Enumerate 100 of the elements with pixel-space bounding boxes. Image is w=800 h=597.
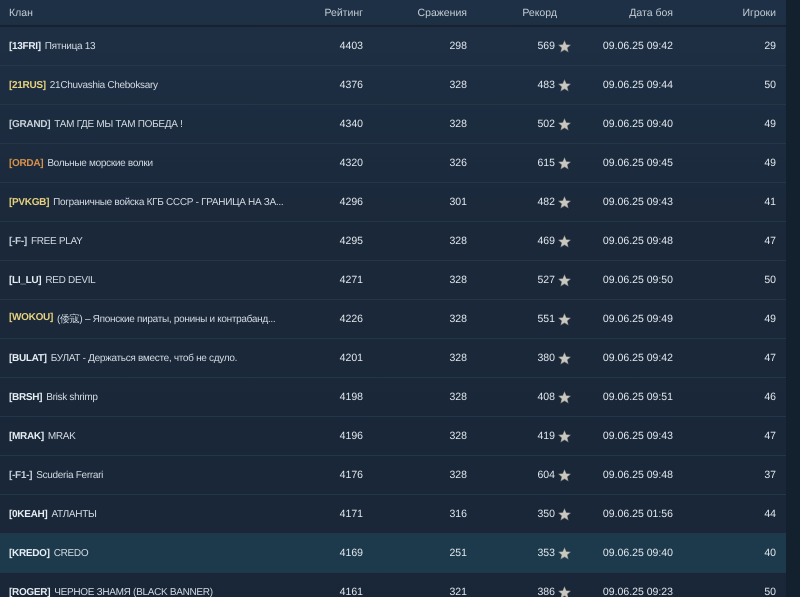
column-header[interactable]: Клан xyxy=(0,6,299,18)
clan-tag: [LI_LU] xyxy=(9,274,42,286)
players-cell-text: 40 xyxy=(763,547,776,559)
clan-name: CREDO xyxy=(54,548,88,558)
star-icon xyxy=(558,546,571,560)
rating-cell-text: 4176 xyxy=(338,469,363,481)
clan-tag: [ROGER] xyxy=(9,586,50,597)
battle-date-cell-text: 09.06.25 09:42 xyxy=(602,40,673,52)
rating-cell-text: 4201 xyxy=(338,352,363,364)
battles-cell-text: 321 xyxy=(448,586,467,597)
rating-cell-text: 4161 xyxy=(338,586,363,597)
battles-cell-text: 328 xyxy=(448,313,467,325)
battle-date-cell-text: 09.06.25 09:40 xyxy=(602,118,673,130)
table-row[interactable]: [PVKGB] Пограничные войска КГБ СССР - ГРАНИЦА НА ЗА... 4296 301 482 09.06.25 09:43 41 xyxy=(0,183,786,222)
table-row[interactable]: [13FRI] Пятница 13 4403 298 569 09.06.25 09:42 29 xyxy=(0,27,786,66)
players-cell-text: 50 xyxy=(763,274,776,286)
column-header[interactable]: Рейтинг xyxy=(299,6,363,18)
table-row[interactable]: [21RUS] 21Chuvashia Cheboksary 4376 328 483 09.06.25 09:44 50 xyxy=(0,66,786,105)
clan-tag: [ORDA] xyxy=(9,158,44,168)
star-icon xyxy=(558,196,571,208)
rating-cell-text: 4171 xyxy=(338,508,363,520)
star-icon xyxy=(558,468,571,482)
rating-cell-text: 4296 xyxy=(338,196,363,208)
table-row[interactable]: [WOKOU] (倭寇) – Японские пираты, ронины и контрабанд... 4226 328 551 09.06.25 09:49 49 xyxy=(0,300,786,339)
column-header[interactable]: Рекорд xyxy=(467,6,571,18)
clan-name: Вольные морские волки xyxy=(47,158,153,168)
rating-cell-text: 4340 xyxy=(338,118,363,130)
record-cell: 483 xyxy=(537,79,555,91)
battle-date-cell-text: 09.06.25 09:43 xyxy=(602,196,673,208)
record-cell: 469 xyxy=(537,235,555,247)
clan-name: (倭寇) – Японские пираты, ронины и контрабанд... xyxy=(57,312,276,326)
battles-cell-text: 328 xyxy=(448,430,467,442)
table-row[interactable]: [GRAND] ТАМ ГДЕ МЫ ТАМ ПОБЕДА ! 4340 328 502 09.06.25 09:40 49 xyxy=(0,105,786,144)
battle-date-cell-text: 09.06.25 09:49 xyxy=(602,313,673,325)
players-cell-text: 47 xyxy=(763,235,776,247)
clan-name: 21Chuvashia Cheboksary xyxy=(50,80,158,90)
table-row[interactable]: [-F-] FREE PLAY 4295 328 469 09.06.25 09:48 47 xyxy=(0,222,786,261)
battles-cell-text: 301 xyxy=(448,196,467,208)
clan-tag: [13FRI] xyxy=(9,40,41,52)
star-icon xyxy=(558,40,571,52)
table-row[interactable]: [BRSH] Brisk shrimp 4198 328 408 09.06.25 09:51 46 xyxy=(0,378,786,417)
battle-date-cell-text: 09.06.25 09:50 xyxy=(602,274,673,286)
players-cell-text: 49 xyxy=(763,118,776,130)
record-cell: 569 xyxy=(537,40,555,52)
clan-name: АТЛАНТЫ xyxy=(51,508,97,520)
table-row[interactable]: [BULAT] БУЛАТ - Держаться вместе, чтоб не сдуло. 4201 328 380 09.06.25 09:42 47 xyxy=(0,339,786,378)
star-icon xyxy=(558,156,571,170)
star-icon xyxy=(558,78,571,92)
players-cell-text: 44 xyxy=(763,508,776,520)
star-icon xyxy=(558,312,571,326)
battles-cell-text: 328 xyxy=(448,352,467,364)
clan-name: Brisk shrimp xyxy=(46,392,98,402)
rating-cell-text: 4295 xyxy=(338,235,363,247)
star-icon xyxy=(558,118,571,130)
table-row[interactable]: [KREDO] CREDO 4169 251 353 09.06.25 09:40 40 xyxy=(0,534,786,573)
record-cell: 380 xyxy=(537,352,555,364)
table-row[interactable]: [-F1-] Scuderia Ferrari 4176 328 604 09.06.25 09:48 37 xyxy=(0,456,786,495)
rating-cell-text: 4320 xyxy=(338,157,363,169)
battle-date-cell-text: 09.06.25 09:43 xyxy=(602,430,673,442)
battle-date-cell-text: 09.06.25 09:44 xyxy=(602,79,673,91)
rating-cell-text: 4376 xyxy=(338,79,363,91)
battle-date-cell-text: 09.06.25 09:45 xyxy=(602,157,673,169)
record-cell: 386 xyxy=(537,586,555,597)
clan-tag: [WOKOU] xyxy=(9,312,53,326)
battles-cell-text: 326 xyxy=(448,157,467,169)
battles-cell-text: 316 xyxy=(448,508,467,520)
record-cell: 604 xyxy=(537,469,555,481)
rating-cell-text: 4271 xyxy=(338,274,363,286)
record-cell: 353 xyxy=(537,547,555,559)
clan-tag: [21RUS] xyxy=(9,80,46,90)
table-row[interactable]: [ROGER] ЧЕРНОЕ ЗНАМЯ (BLACK BANNER) 4161 321 386 09.06.25 09:23 50 xyxy=(0,573,786,597)
battles-cell-text: 328 xyxy=(448,469,467,481)
battles-cell-text: 328 xyxy=(448,235,467,247)
column-header[interactable]: Игроки xyxy=(673,6,776,18)
battle-date-cell-text: 09.06.25 09:23 xyxy=(602,586,673,597)
record-cell: 527 xyxy=(537,274,555,286)
clan-tag: [-F1-] xyxy=(9,470,32,480)
battles-cell-text: 328 xyxy=(448,79,467,91)
rating-cell-text: 4226 xyxy=(338,313,363,325)
column-header[interactable]: Сражения xyxy=(363,6,467,18)
players-cell-text: 47 xyxy=(763,430,776,442)
battle-date-cell-text: 09.06.25 09:48 xyxy=(602,469,673,481)
star-icon xyxy=(558,390,571,404)
rating-cell-text: 4169 xyxy=(338,547,363,559)
clan-name: ЧЕРНОЕ ЗНАМЯ (BLACK BANNER) xyxy=(54,586,213,597)
clan-name: Scuderia Ferrari xyxy=(36,470,104,480)
table-row[interactable]: [ORDA] Вольные морские волки 4320 326 615 09.06.25 09:45 49 xyxy=(0,144,786,183)
players-cell-text: 41 xyxy=(763,196,776,208)
clan-tag: [-F-] xyxy=(9,236,27,246)
players-cell-text: 37 xyxy=(763,469,776,481)
record-cell: 408 xyxy=(537,391,555,403)
star-icon xyxy=(558,352,571,364)
battle-date-cell-text: 09.06.25 09:48 xyxy=(602,235,673,247)
battles-cell-text: 328 xyxy=(448,118,467,130)
table-row[interactable]: [LI_LU] RED DEVIL 4271 328 527 09.06.25 09:50 50 xyxy=(0,261,786,300)
clan-name: RED DEVIL xyxy=(45,274,96,286)
clan-tag: [BRSH] xyxy=(9,392,42,402)
column-header[interactable]: Дата боя xyxy=(571,6,673,18)
players-cell-text: 49 xyxy=(763,157,776,169)
table-row[interactable]: [MRAK] MRAK 4196 328 419 09.06.25 09:43 47 xyxy=(0,417,786,456)
